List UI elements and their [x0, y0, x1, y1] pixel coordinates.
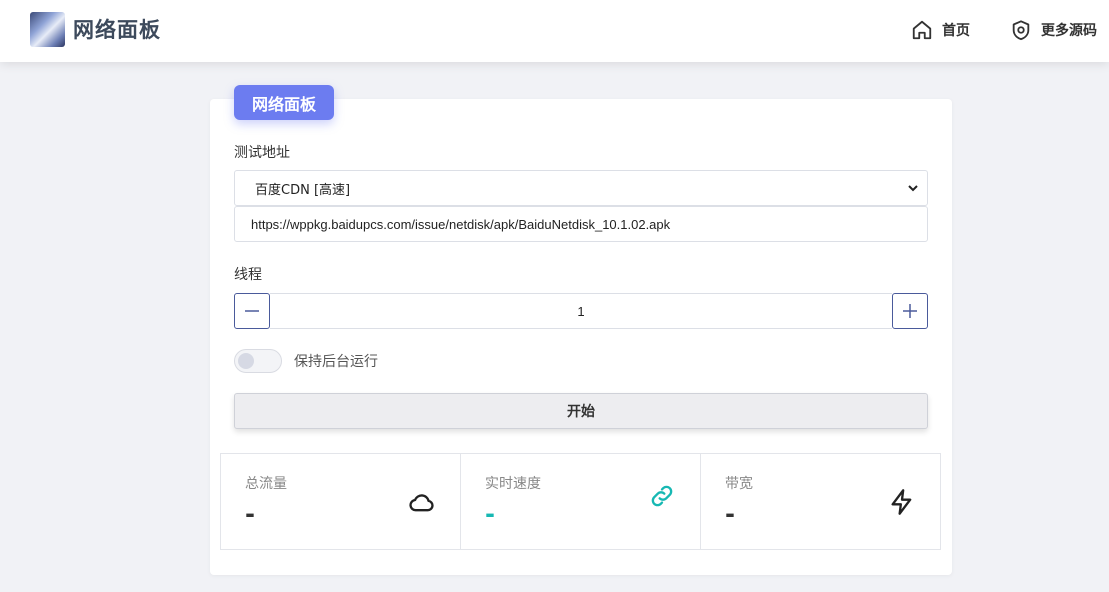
source-select[interactable]: 百度CDN [高速]: [234, 170, 928, 206]
plus-icon: [903, 304, 917, 318]
thread-label: 线程: [234, 267, 262, 283]
stat-bandwidth: 带宽 -: [700, 453, 941, 550]
thread-increment-button[interactable]: [892, 293, 928, 329]
home-icon: [912, 20, 932, 40]
nav-home-label: 首页: [942, 23, 970, 39]
stat-total-traffic: 总流量 -: [220, 453, 461, 550]
source-select-value: 百度CDN [高速]: [255, 182, 351, 198]
stat-value: -: [725, 500, 735, 528]
test-url-label: 测试地址: [234, 145, 290, 161]
link-icon: [651, 485, 673, 507]
network-panel-card: 网络面板 测试地址 百度CDN [高速] 线程 保持后台运行 开始: [210, 85, 952, 575]
keep-background-label: 保持后台运行: [294, 354, 378, 370]
stat-label: 总流量: [245, 476, 287, 492]
test-url-input[interactable]: [234, 206, 928, 242]
thread-stepper: [234, 293, 928, 329]
chevron-down-icon: [908, 185, 918, 192]
stat-label: 带宽: [725, 476, 753, 492]
start-button[interactable]: 开始: [234, 393, 928, 429]
top-header: 网络面板 首页 更多源码: [0, 0, 1109, 62]
toggle-knob: [238, 353, 254, 369]
site-logo[interactable]: [30, 12, 65, 47]
nav-more-label: 更多源码: [1041, 23, 1097, 39]
site-title[interactable]: 网络面板: [73, 14, 161, 44]
stats-row: 总流量 - 实时速度 - 带宽 -: [220, 453, 942, 550]
keep-background-row: 保持后台运行: [234, 349, 378, 373]
nav-more-source-link[interactable]: 更多源码: [1010, 17, 1097, 43]
thread-count-input[interactable]: [270, 293, 892, 329]
bolt-icon: [891, 489, 912, 515]
stat-label: 实时速度: [485, 476, 541, 492]
stat-value: -: [485, 500, 495, 528]
minus-icon: [245, 310, 259, 312]
stat-realtime-speed: 实时速度 -: [460, 453, 701, 550]
keep-background-toggle[interactable]: [234, 349, 282, 373]
stat-value: -: [245, 500, 255, 528]
thread-decrement-button[interactable]: [234, 293, 270, 329]
cloud-icon: [409, 494, 434, 512]
nav-home-link[interactable]: 首页: [911, 17, 970, 43]
shield-icon: [1012, 20, 1030, 41]
card-title-badge: 网络面板: [234, 85, 335, 120]
